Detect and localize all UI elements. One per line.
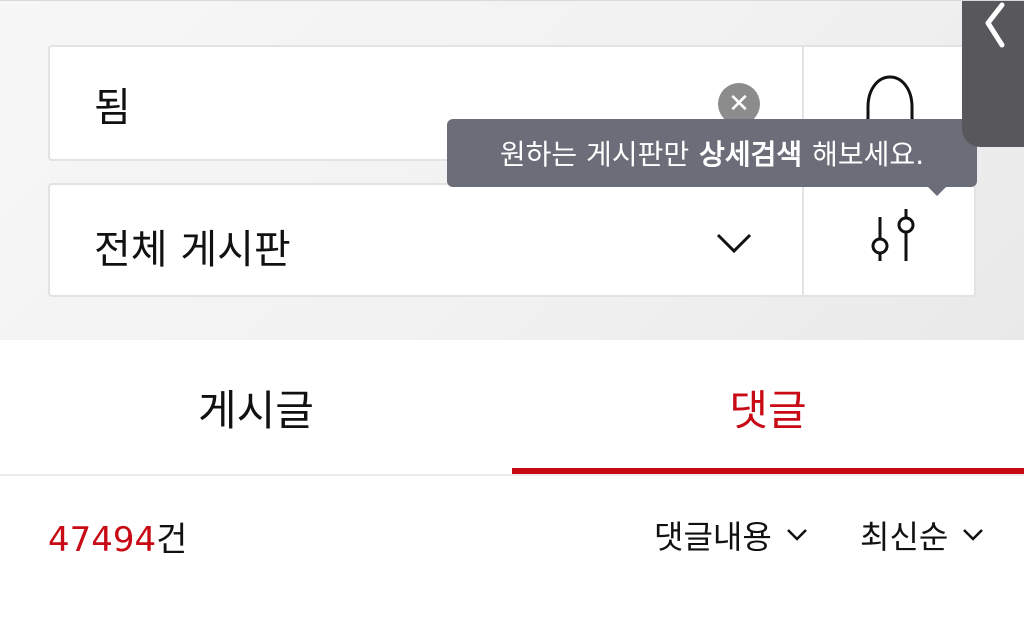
search-type-dropdown[interactable]: 댓글내용: [654, 512, 808, 558]
tooltip-highlight: 상세검색: [699, 138, 803, 171]
result-count: 47494건: [48, 512, 187, 561]
tooltip-prefix: 원하는 게시판만: [499, 138, 690, 171]
result-tabs: 게시글 댓글: [0, 340, 1024, 476]
side-panel-handle[interactable]: [962, 1, 1024, 147]
sort-label: 최신순: [860, 518, 949, 556]
result-count-number: 47494: [48, 520, 157, 560]
tooltip-suffix: 해보세요.: [812, 138, 925, 171]
search-panel: 됨 ✕ 전체 게시판 원하는 게시판만 상세검색 해보세요.: [0, 0, 1024, 340]
board-dropdown-toggle[interactable]: [714, 229, 754, 259]
chevron-down-icon: [963, 529, 984, 541]
back-arrow-icon: [985, 2, 1005, 48]
result-count-unit: 건: [156, 520, 188, 560]
advanced-search-button[interactable]: [806, 185, 974, 295]
tab-comments[interactable]: 댓글: [512, 340, 1024, 474]
tooltip-arrow: [927, 186, 947, 196]
chevron-down-icon: [716, 233, 752, 254]
search-input[interactable]: 됨: [94, 75, 131, 133]
sort-dropdown[interactable]: 최신순: [860, 512, 984, 558]
filter-sliders-icon: [871, 209, 915, 261]
active-tab-indicator: [512, 468, 1024, 474]
advanced-search-tooltip: 원하는 게시판만 상세검색 해보세요.: [447, 119, 977, 187]
board-divider: [802, 185, 804, 295]
clear-icon: ✕: [728, 89, 750, 119]
chevron-down-icon: [786, 529, 807, 541]
tab-posts[interactable]: 게시글: [0, 340, 512, 474]
board-select[interactable]: 전체 게시판: [94, 217, 291, 275]
board-select-box: 전체 게시판: [48, 183, 976, 297]
search-type-label: 댓글내용: [654, 518, 772, 556]
